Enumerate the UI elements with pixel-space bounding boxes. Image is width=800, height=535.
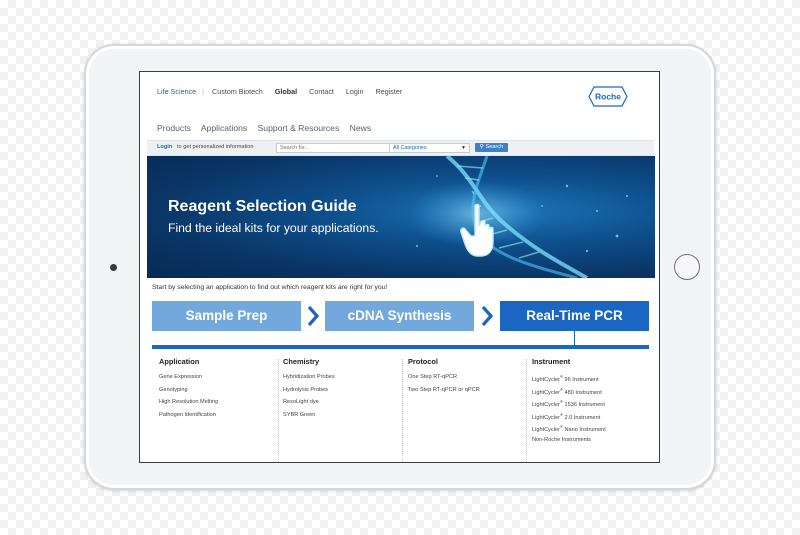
list-item[interactable]: SYBR Green bbox=[283, 409, 403, 422]
progress-line bbox=[152, 345, 649, 349]
chevron-right-icon bbox=[481, 305, 494, 327]
instrument-brand: LightCycler bbox=[532, 414, 560, 421]
login-link[interactable]: Login bbox=[157, 144, 172, 150]
registered-mark: ® bbox=[559, 411, 563, 417]
search-icon: ⚲ bbox=[479, 144, 484, 150]
top-nav-global[interactable]: Global bbox=[275, 87, 297, 96]
top-nav-custom-biotech[interactable]: Custom Biotech bbox=[212, 87, 263, 96]
instrument-model: 2.0 Instrument bbox=[564, 414, 601, 421]
column-divider bbox=[402, 359, 403, 462]
list-item[interactable]: High Resolution Melting bbox=[159, 396, 279, 409]
roche-logo[interactable]: Roche bbox=[588, 86, 628, 107]
column-protocol: Protocol One Step RT-qPCR Two Step RT-qP… bbox=[408, 357, 528, 396]
chevron-down-icon: ▼ bbox=[461, 145, 466, 151]
category-select[interactable]: All Categories ▼ bbox=[389, 143, 470, 153]
search-bar: Login to get personalized information Al… bbox=[147, 140, 654, 156]
instrument-model: 96 Instrument bbox=[564, 376, 599, 383]
list-item[interactable]: One Step RT-qPCR bbox=[408, 371, 528, 384]
list-item[interactable]: LightCycler® 1536 Instrument bbox=[532, 396, 652, 409]
instrument-brand: LightCycler bbox=[532, 427, 560, 434]
column-divider bbox=[526, 359, 527, 462]
progress-tick bbox=[574, 331, 575, 345]
list-item[interactable]: LightCycler® 480 Instrument bbox=[532, 384, 652, 397]
list-item[interactable]: Two Step RT-qPCR or qPCR bbox=[408, 384, 528, 397]
column-heading: Chemistry bbox=[283, 357, 320, 366]
main-nav: Products Applications Support & Resource… bbox=[157, 123, 379, 133]
registered-mark: ® bbox=[559, 374, 563, 379]
top-nav: Life Science | Custom Biotech Global Cont… bbox=[157, 87, 412, 96]
main-nav-support-resources[interactable]: Support & Resources bbox=[258, 123, 340, 133]
search-button-label: Search bbox=[485, 144, 504, 150]
instrument-brand: LightCycler bbox=[532, 376, 560, 383]
top-nav-contact[interactable]: Contact bbox=[309, 87, 334, 96]
instrument-model: 1536 Instrument bbox=[564, 402, 605, 409]
hero-title: Reagent Selection Guide bbox=[168, 198, 357, 215]
instrument-brand: LightCycler bbox=[532, 402, 560, 409]
top-nav-login[interactable]: Login bbox=[346, 87, 364, 96]
tablet-screen: Life Science | Custom Biotech Global Cont… bbox=[139, 71, 660, 463]
list-item[interactable]: Hydrolysis Probes bbox=[283, 384, 403, 397]
column-chemistry: Chemistry Hybridization Probes Hydrolysi… bbox=[283, 357, 403, 421]
step-sample-prep[interactable]: Sample Prep bbox=[152, 301, 301, 331]
list-item[interactable]: Gene Expression bbox=[159, 371, 279, 384]
list-item[interactable]: LightCycler® 96 Instrument bbox=[532, 371, 652, 384]
roche-logo-text: Roche bbox=[595, 92, 621, 102]
search-button[interactable]: ⚲ Search bbox=[475, 143, 508, 152]
list-item[interactable]: Pathogen Identification bbox=[159, 409, 279, 422]
list-item[interactable]: Non-Roche Instruments bbox=[532, 434, 652, 447]
top-nav-life-science[interactable]: Life Science bbox=[157, 87, 196, 96]
registered-mark: ® bbox=[559, 399, 563, 405]
registered-mark: ® bbox=[559, 424, 563, 430]
home-button[interactable] bbox=[674, 254, 700, 280]
camera-icon bbox=[110, 264, 117, 271]
registered-mark: ® bbox=[559, 386, 563, 392]
list-item[interactable]: Genotyping bbox=[159, 384, 279, 397]
column-heading: Application bbox=[159, 357, 200, 366]
column-instrument: Instrument LightCycler® 96 Instrument Li… bbox=[532, 357, 652, 447]
hero-banner: Reagent Selection Guide Find the ideal k… bbox=[147, 156, 655, 278]
dna-helix-image bbox=[407, 156, 628, 278]
login-hint-text: to get personalized information bbox=[177, 144, 254, 150]
search-input[interactable] bbox=[276, 143, 392, 153]
instrument-model: 480 Instrument bbox=[564, 389, 602, 396]
instrument-brand: LightCycler bbox=[532, 389, 560, 396]
instrument-model: Nano Instrument bbox=[564, 427, 606, 434]
list-item[interactable]: ResoLight dye bbox=[283, 396, 403, 409]
top-nav-separator: | bbox=[202, 87, 205, 96]
top-nav-register[interactable]: Register bbox=[376, 87, 403, 96]
hero-subtitle: Find the ideal kits for your application… bbox=[168, 221, 379, 235]
column-application: Application Gene Expression Genotyping H… bbox=[159, 357, 279, 421]
main-nav-news[interactable]: News bbox=[350, 123, 372, 133]
intro-text: Start by selecting an application to fin… bbox=[152, 284, 388, 291]
chevron-right-icon bbox=[307, 305, 320, 327]
main-nav-products[interactable]: Products bbox=[157, 123, 191, 133]
list-item[interactable]: LightCycler® 2.0 Instrument bbox=[532, 409, 652, 422]
column-heading: Instrument bbox=[532, 357, 571, 366]
column-heading: Protocol bbox=[408, 357, 438, 366]
step-real-time-pcr[interactable]: Real-Time PCR bbox=[500, 301, 649, 331]
category-select-value: All Categories bbox=[393, 145, 427, 151]
main-nav-applications[interactable]: Applications bbox=[201, 123, 247, 133]
list-item[interactable]: LightCycler® Nano Instrument bbox=[532, 421, 652, 434]
list-item[interactable]: Hybridization Probes bbox=[283, 371, 403, 384]
column-divider bbox=[278, 359, 279, 462]
step-cdna-synthesis[interactable]: cDNA Synthesis bbox=[325, 301, 474, 331]
